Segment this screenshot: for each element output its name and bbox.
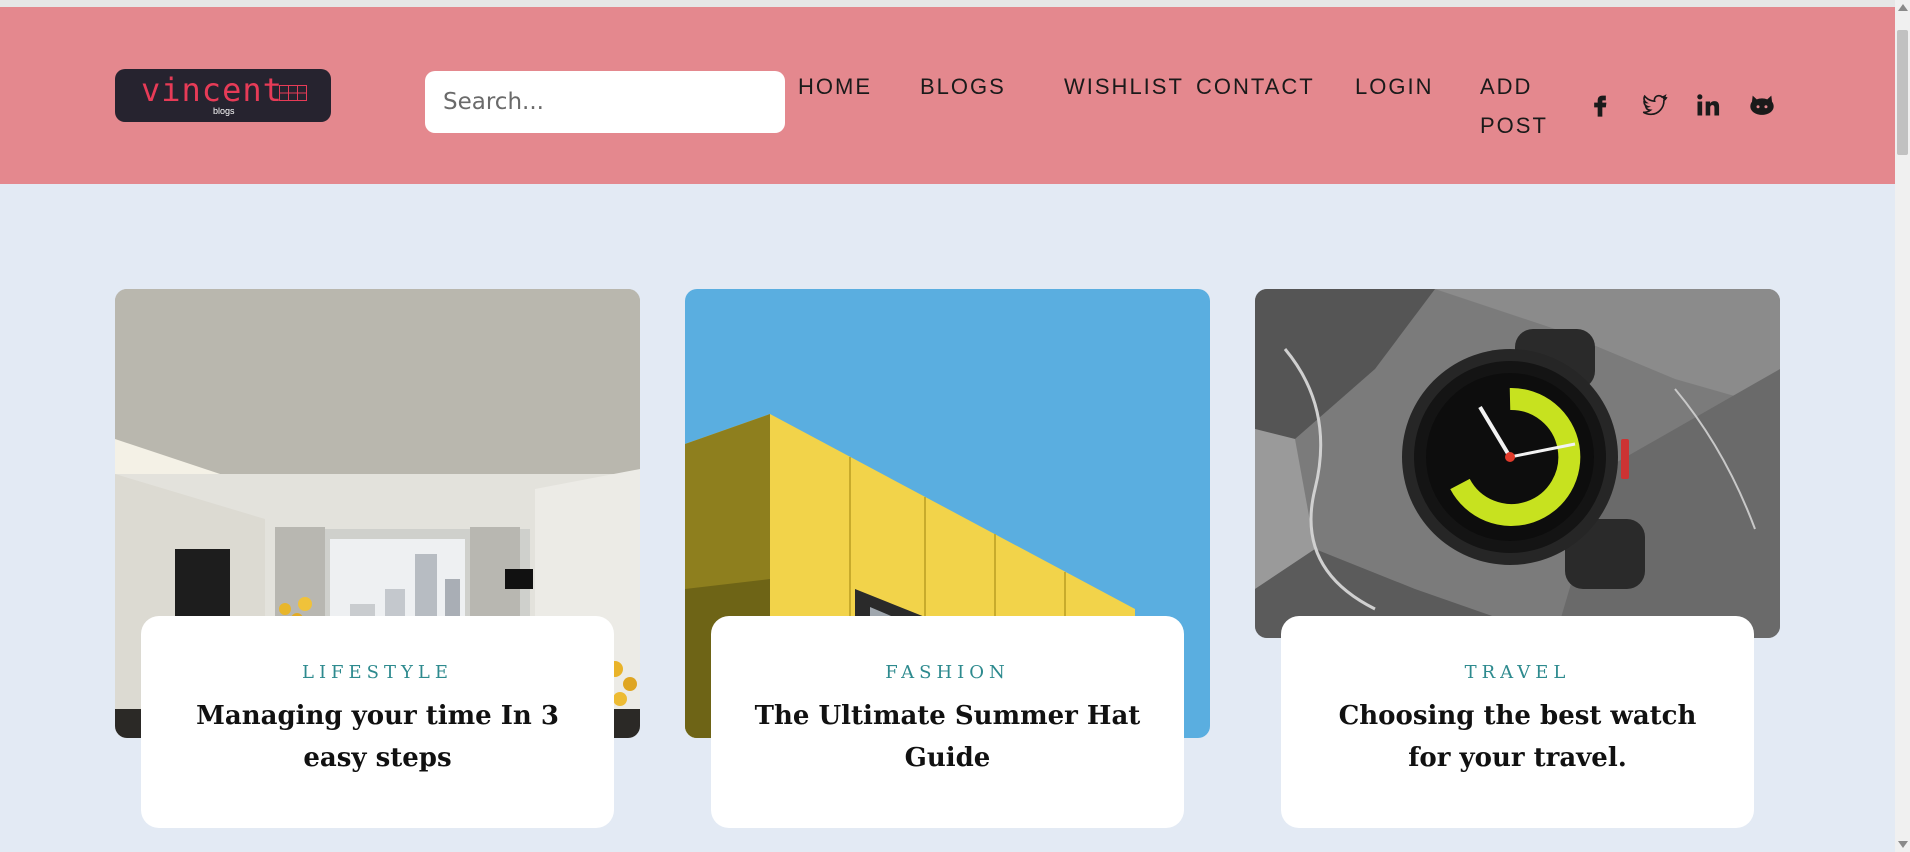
scroll-up-arrow-icon[interactable]	[1898, 4, 1908, 11]
post-image-smartwatch[interactable]	[1255, 289, 1780, 638]
scrollbar-thumb[interactable]	[1897, 30, 1908, 155]
post-category[interactable]: TRAVEL	[1281, 662, 1754, 683]
twitter-icon[interactable]	[1640, 91, 1668, 119]
post-card-fashion[interactable]: FASHION The Ultimate Summer Hat Guide	[711, 616, 1184, 828]
post-category[interactable]: LIFESTYLE	[141, 662, 614, 683]
nav-contact[interactable]: CONTACT	[1196, 67, 1315, 106]
post-card-travel[interactable]: TRAVEL Choosing the best watch for your …	[1281, 616, 1754, 828]
page-scrollbar[interactable]	[1895, 0, 1910, 852]
post-card-lifestyle[interactable]: LIFESTYLE Managing your time In 3 easy s…	[141, 616, 614, 828]
logo-subtitle: blogs	[213, 106, 235, 116]
nav-add-post[interactable]: ADD POST	[1480, 67, 1560, 145]
post-title[interactable]: The Ultimate Summer Hat Guide	[751, 695, 1144, 779]
site-header: vincent blogs HOME BLOGS WISHLIST CONTAC…	[0, 7, 1895, 184]
post-title[interactable]: Choosing the best watch for your travel.	[1321, 695, 1714, 779]
scroll-down-arrow-icon[interactable]	[1898, 841, 1908, 848]
search-input[interactable]	[425, 71, 785, 133]
post-category[interactable]: FASHION	[711, 662, 1184, 683]
facebook-icon[interactable]	[1586, 91, 1614, 119]
github-icon[interactable]	[1748, 91, 1776, 119]
logo-name: vincent	[141, 71, 283, 109]
linkedin-icon[interactable]	[1694, 91, 1722, 119]
logo-grid-icon	[279, 85, 307, 101]
nav-login[interactable]: LOGIN	[1355, 67, 1433, 106]
nav-home[interactable]: HOME	[798, 67, 872, 106]
site-logo[interactable]: vincent blogs	[115, 69, 331, 122]
nav-wishlist[interactable]: WISHLIST	[1064, 67, 1184, 106]
nav-blogs[interactable]: BLOGS	[920, 67, 1006, 106]
post-title[interactable]: Managing your time In 3 easy steps	[181, 695, 574, 779]
